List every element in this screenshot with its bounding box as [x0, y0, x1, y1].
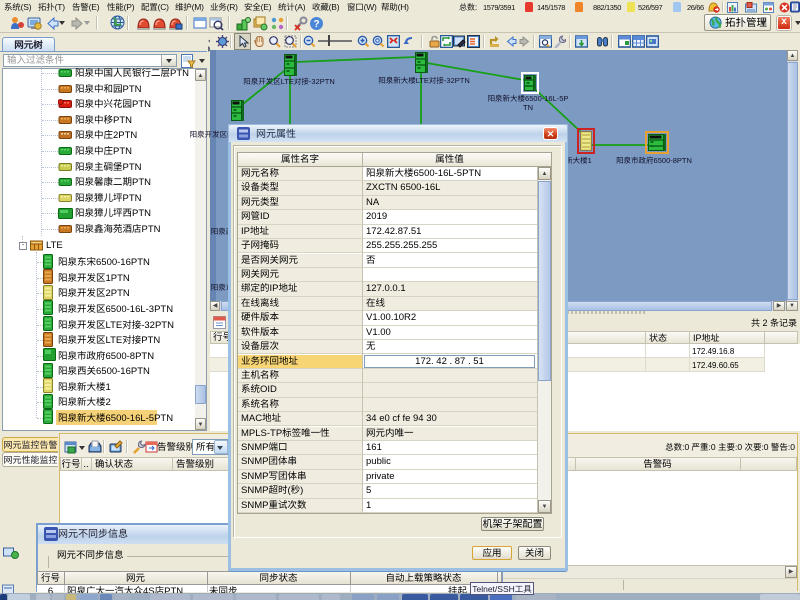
svg-text:?: ? [313, 19, 319, 30]
